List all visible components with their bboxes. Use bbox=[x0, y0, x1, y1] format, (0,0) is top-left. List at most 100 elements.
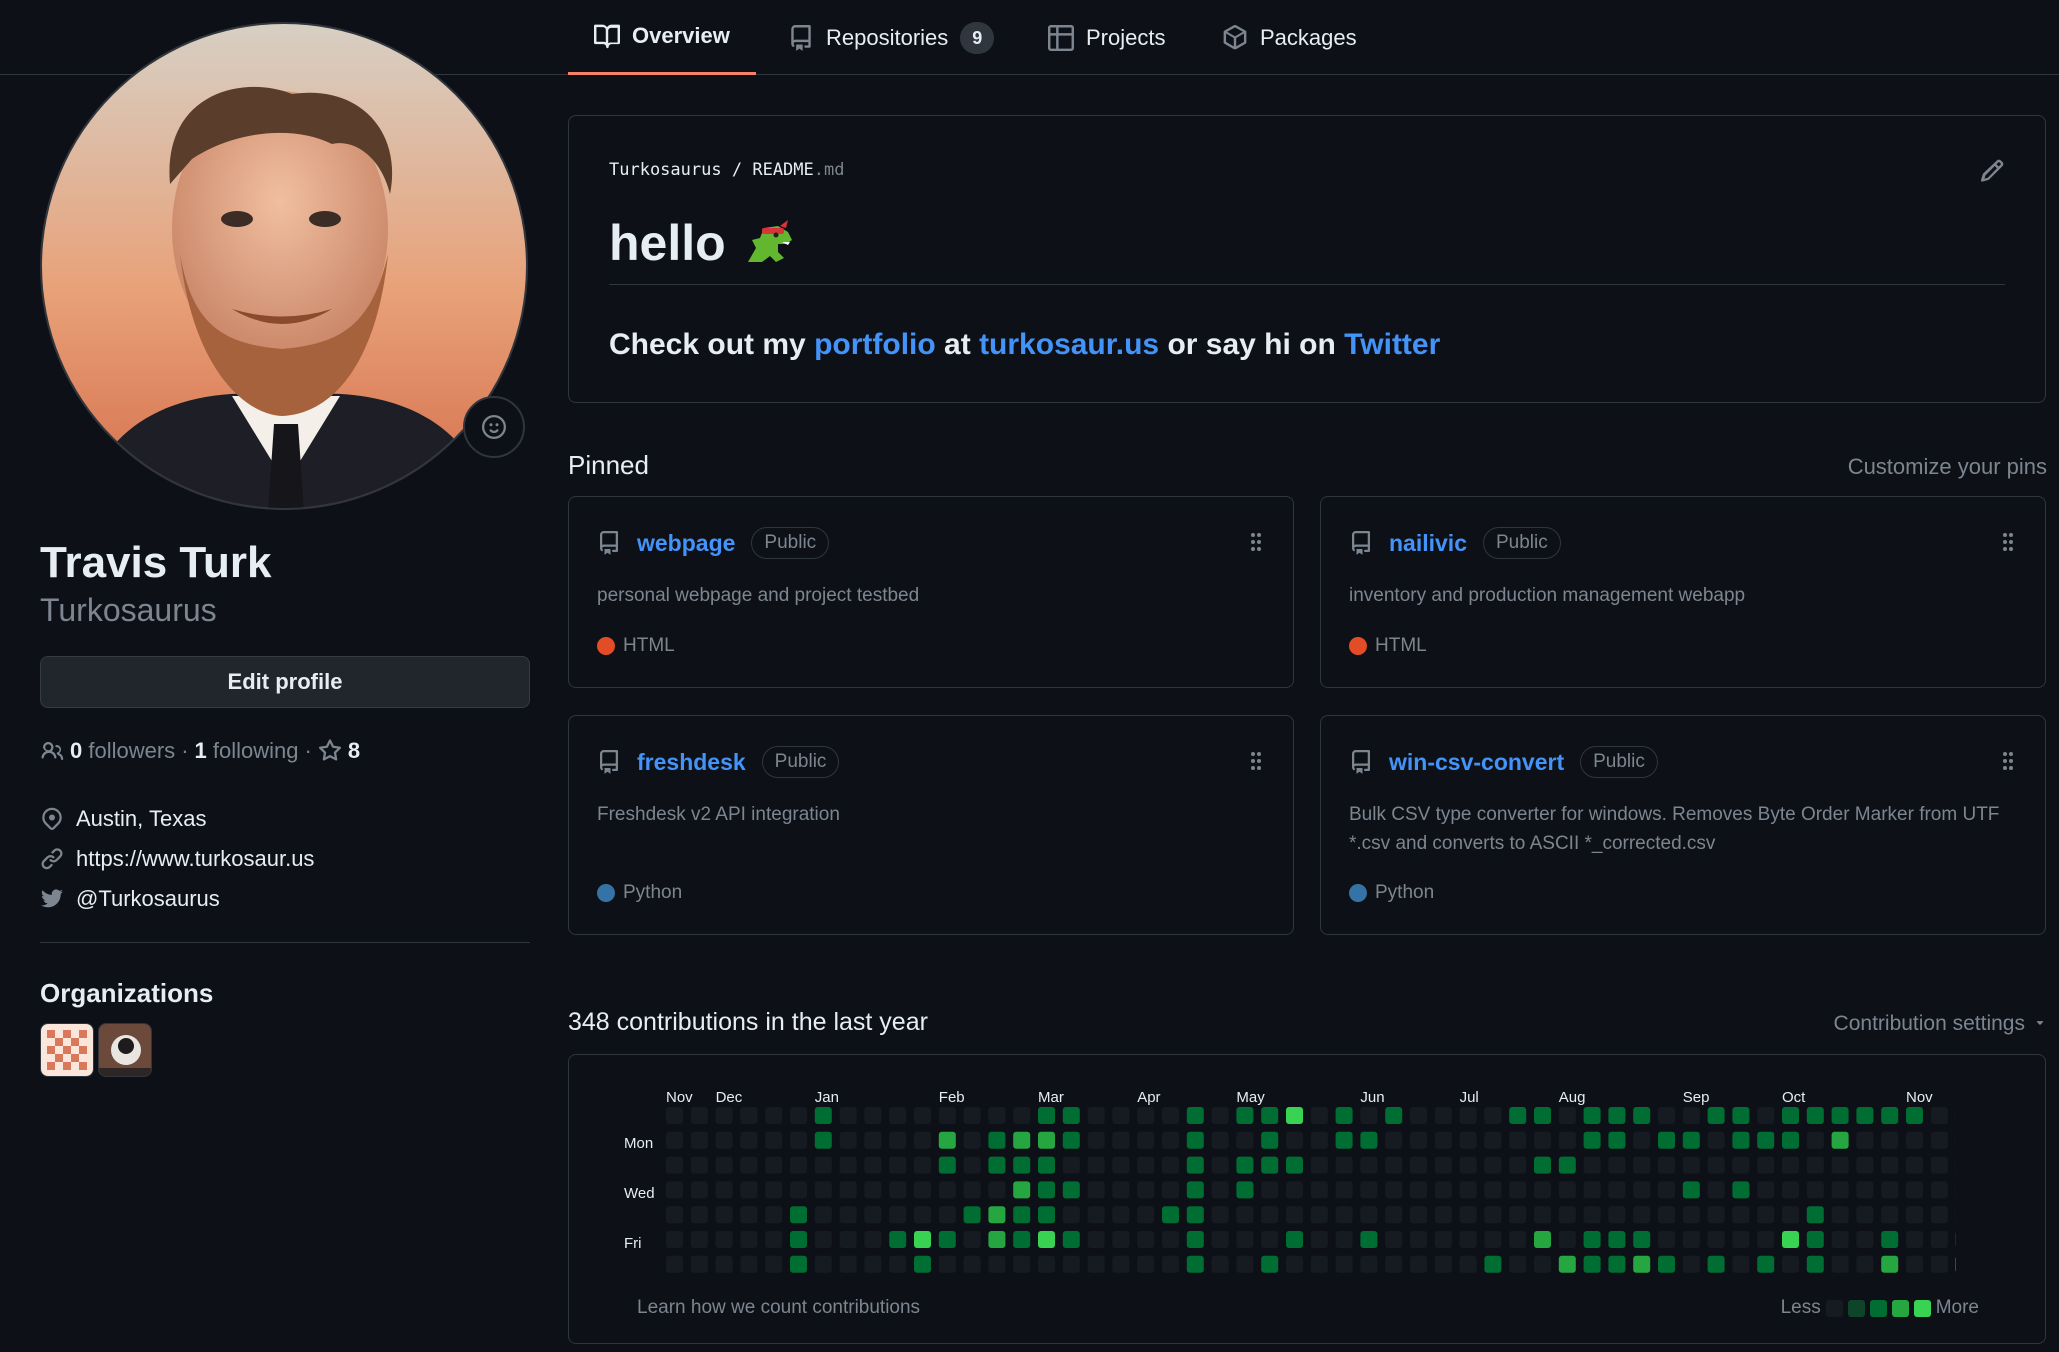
contribution-day-cell[interactable] bbox=[1286, 1255, 1303, 1273]
contribution-day-cell[interactable] bbox=[1186, 1231, 1204, 1248]
contribution-day-cell[interactable] bbox=[1633, 1181, 1651, 1199]
contribution-day-cell[interactable] bbox=[715, 1181, 733, 1199]
contribution-day-cell[interactable] bbox=[1534, 1131, 1551, 1149]
readme-filename[interactable]: README bbox=[752, 160, 813, 180]
contribution-day-cell[interactable] bbox=[1137, 1107, 1155, 1124]
contribution-day-cell[interactable] bbox=[1534, 1255, 1551, 1273]
contribution-day-cell[interactable] bbox=[1930, 1131, 1948, 1149]
contribution-day-cell[interactable] bbox=[1831, 1156, 1849, 1174]
contribution-day-cell[interactable] bbox=[1038, 1156, 1055, 1174]
contribution-day-cell[interactable] bbox=[1410, 1255, 1427, 1273]
contribution-day-cell[interactable] bbox=[1459, 1156, 1477, 1174]
contribution-day-cell[interactable] bbox=[765, 1107, 783, 1124]
contribution-day-cell[interactable] bbox=[1558, 1181, 1576, 1199]
contribution-day-cell[interactable] bbox=[740, 1181, 758, 1199]
contribution-day-cell[interactable] bbox=[1484, 1131, 1502, 1149]
contribution-day-cell[interactable] bbox=[1236, 1107, 1254, 1124]
contribution-day-cell[interactable] bbox=[889, 1156, 907, 1174]
tab-projects[interactable]: Projects bbox=[1022, 0, 1191, 75]
contribution-day-cell[interactable] bbox=[1930, 1255, 1948, 1273]
contribution-day-cell[interactable] bbox=[1558, 1231, 1576, 1248]
contribution-day-cell[interactable] bbox=[1732, 1231, 1750, 1248]
contribution-day-cell[interactable] bbox=[1385, 1107, 1403, 1124]
contribution-day-cell[interactable] bbox=[839, 1156, 857, 1174]
contribution-day-cell[interactable] bbox=[988, 1181, 1006, 1199]
edit-readme-button[interactable] bbox=[1979, 158, 2005, 189]
contribution-day-cell[interactable] bbox=[1286, 1181, 1303, 1199]
contribution-day-cell[interactable] bbox=[1310, 1181, 1328, 1199]
contribution-day-cell[interactable] bbox=[1633, 1107, 1651, 1124]
contribution-day-cell[interactable] bbox=[1236, 1181, 1254, 1199]
contribution-day-cell[interactable] bbox=[839, 1131, 857, 1149]
contribution-day-cell[interactable] bbox=[1806, 1231, 1824, 1248]
contribution-day-cell[interactable] bbox=[914, 1131, 931, 1149]
contribution-day-cell[interactable] bbox=[814, 1107, 832, 1124]
website-link[interactable]: https://www.turkosaur.us bbox=[76, 846, 314, 872]
contribution-day-cell[interactable] bbox=[914, 1181, 931, 1199]
contribution-day-cell[interactable] bbox=[1732, 1181, 1750, 1199]
org-avatar-checkered[interactable] bbox=[40, 1023, 94, 1077]
contribution-day-cell[interactable] bbox=[1732, 1131, 1750, 1149]
contribution-day-cell[interactable] bbox=[1658, 1181, 1675, 1199]
contribution-day-cell[interactable] bbox=[1112, 1131, 1130, 1149]
contribution-day-cell[interactable] bbox=[790, 1107, 807, 1124]
contribution-day-cell[interactable] bbox=[1137, 1156, 1155, 1174]
contribution-day-cell[interactable] bbox=[1236, 1206, 1254, 1224]
contribution-day-cell[interactable] bbox=[1360, 1107, 1378, 1124]
contribution-day-cell[interactable] bbox=[1434, 1156, 1452, 1174]
contribution-day-cell[interactable] bbox=[1112, 1181, 1130, 1199]
contribution-day-cell[interactable] bbox=[1658, 1231, 1675, 1248]
contribution-day-cell[interactable] bbox=[1782, 1206, 1799, 1224]
contribution-day-cell[interactable] bbox=[1707, 1255, 1725, 1273]
contribution-day-cell[interactable] bbox=[1583, 1206, 1601, 1224]
contribution-day-cell[interactable] bbox=[1881, 1181, 1899, 1199]
profile-avatar[interactable] bbox=[40, 22, 528, 510]
stars-link[interactable]: 8 bbox=[318, 738, 360, 764]
contribution-day-cell[interactable] bbox=[1757, 1107, 1775, 1124]
contribution-day-cell[interactable] bbox=[1757, 1231, 1775, 1248]
contribution-day-cell[interactable] bbox=[1583, 1231, 1601, 1248]
contribution-day-cell[interactable] bbox=[1707, 1206, 1725, 1224]
contribution-day-cell[interactable] bbox=[1410, 1206, 1427, 1224]
contribution-day-cell[interactable] bbox=[1410, 1156, 1427, 1174]
contribution-day-cell[interactable] bbox=[1062, 1107, 1080, 1124]
contribution-day-cell[interactable] bbox=[715, 1231, 733, 1248]
contribution-day-cell[interactable] bbox=[1682, 1107, 1700, 1124]
contribution-day-cell[interactable] bbox=[1236, 1231, 1254, 1248]
contribution-day-cell[interactable] bbox=[790, 1181, 807, 1199]
contribution-day-cell[interactable] bbox=[1162, 1156, 1179, 1174]
contribution-day-cell[interactable] bbox=[1038, 1107, 1055, 1124]
contribution-day-cell[interactable] bbox=[690, 1231, 708, 1248]
contribution-day-cell[interactable] bbox=[1385, 1156, 1403, 1174]
contribution-day-cell[interactable] bbox=[889, 1181, 907, 1199]
contribution-day-cell[interactable] bbox=[914, 1231, 931, 1248]
contribution-day-cell[interactable] bbox=[1906, 1156, 1923, 1174]
contribution-day-cell[interactable] bbox=[1930, 1231, 1948, 1248]
contribution-day-cell[interactable] bbox=[1534, 1181, 1551, 1199]
contribution-day-cell[interactable] bbox=[1608, 1231, 1626, 1248]
contribution-day-cell[interactable] bbox=[963, 1131, 981, 1149]
contribution-day-cell[interactable] bbox=[1831, 1181, 1849, 1199]
contribution-day-cell[interactable] bbox=[1806, 1107, 1824, 1124]
contribution-day-cell[interactable] bbox=[1881, 1156, 1899, 1174]
contribution-day-cell[interactable] bbox=[1509, 1255, 1527, 1273]
contribution-day-cell[interactable] bbox=[864, 1131, 882, 1149]
contribution-day-cell[interactable] bbox=[1534, 1231, 1551, 1248]
contribution-day-cell[interactable] bbox=[1087, 1107, 1105, 1124]
contribution-day-cell[interactable] bbox=[839, 1206, 857, 1224]
contribution-day-cell[interactable] bbox=[988, 1107, 1006, 1124]
contribution-day-cell[interactable] bbox=[1186, 1107, 1204, 1124]
pin-repo-name[interactable]: webpage bbox=[637, 530, 735, 557]
contribution-day-cell[interactable] bbox=[1385, 1131, 1403, 1149]
contribution-day-cell[interactable] bbox=[1360, 1131, 1378, 1149]
contribution-day-cell[interactable] bbox=[1782, 1156, 1799, 1174]
contribution-day-cell[interactable] bbox=[1633, 1231, 1651, 1248]
learn-contributions-link[interactable]: Learn how we count contributions bbox=[637, 1297, 920, 1319]
contribution-day-cell[interactable] bbox=[1087, 1181, 1105, 1199]
contribution-day-cell[interactable] bbox=[1162, 1181, 1179, 1199]
contribution-day-cell[interactable] bbox=[1682, 1181, 1700, 1199]
contribution-day-cell[interactable] bbox=[1831, 1131, 1849, 1149]
twitter-link[interactable]: @Turkosaurus bbox=[76, 886, 220, 912]
contribution-day-cell[interactable] bbox=[963, 1255, 981, 1273]
contribution-day-cell[interactable] bbox=[690, 1206, 708, 1224]
